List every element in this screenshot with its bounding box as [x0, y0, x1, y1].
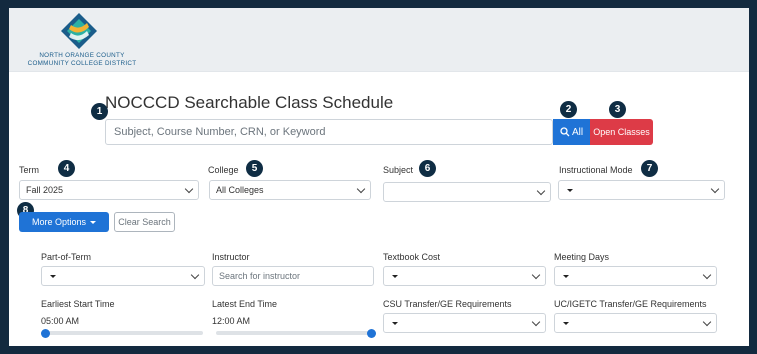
- site-header: NORTH ORANGE COUNTY COMMUNITY COLLEGE DI…: [9, 8, 749, 72]
- instructor-search-input[interactable]: Search for instructor: [212, 266, 374, 286]
- chevron-down-icon: [190, 270, 200, 280]
- search-icon: [560, 127, 570, 137]
- part-of-term-label: Part-of-Term: [41, 252, 92, 262]
- textbook-cost-select[interactable]: [383, 266, 546, 286]
- dropdown-indicator-icon: [563, 322, 569, 326]
- callout-badge-6: 6: [419, 160, 436, 177]
- csu-ge-label: CSU Transfer/GE Requirements: [383, 299, 512, 309]
- chevron-down-icon: [356, 184, 366, 194]
- earliest-start-slider[interactable]: [41, 328, 203, 338]
- earliest-start-slider-thumb[interactable]: [41, 328, 50, 338]
- earliest-start-label: Earliest Start Time: [41, 299, 115, 309]
- instructor-label: Instructor: [212, 252, 250, 262]
- subject-label: Subject: [383, 165, 414, 175]
- term-label: Term: [19, 165, 39, 175]
- chevron-down-icon: [531, 270, 541, 280]
- callout-badge-7: 7: [641, 160, 658, 177]
- college-select-value: All Colleges: [216, 185, 264, 195]
- callout-badge-4: 4: [58, 160, 75, 177]
- keyword-search-input[interactable]: Subject, Course Number, CRN, or Keyword: [105, 119, 553, 145]
- meeting-days-select[interactable]: [554, 266, 717, 286]
- latest-end-slider-thumb[interactable]: [367, 328, 376, 338]
- college-label: College: [208, 165, 239, 175]
- dropdown-indicator-icon: [392, 322, 398, 326]
- textbook-cost-label: Textbook Cost: [383, 252, 441, 262]
- more-options-label: More Options: [31, 217, 87, 227]
- chevron-down-icon: [702, 270, 712, 280]
- chevron-down-icon: [710, 184, 720, 194]
- chevron-down-icon: [536, 186, 546, 196]
- subject-select[interactable]: [383, 182, 551, 202]
- search-all-label: All: [571, 126, 584, 138]
- chevron-down-icon: [702, 317, 712, 327]
- org-name-line2: COMMUNITY COLLEGE DISTRICT: [27, 60, 137, 67]
- latest-end-value: 12:00 AM: [212, 316, 251, 326]
- chevron-down-icon: [184, 184, 194, 194]
- chevron-down-icon: [531, 317, 541, 327]
- latest-end-label: Latest End Time: [212, 299, 278, 309]
- term-select-value: Fall 2025: [26, 185, 64, 195]
- app-frame: NORTH ORANGE COUNTY COMMUNITY COLLEGE DI…: [9, 8, 749, 346]
- search-all-button[interactable]: All: [553, 119, 590, 145]
- part-of-term-select[interactable]: [41, 266, 205, 286]
- more-options-button[interactable]: More Options: [19, 212, 109, 232]
- dropdown-indicator-icon: [563, 275, 569, 279]
- nocccd-logo-icon[interactable]: [59, 11, 99, 51]
- open-classes-button[interactable]: Open Classes: [590, 119, 653, 145]
- uc-igetc-select[interactable]: [554, 313, 717, 333]
- callout-badge-1: 1: [91, 103, 108, 120]
- instructional-mode-select[interactable]: [558, 180, 725, 200]
- dropdown-indicator-icon: [392, 275, 398, 279]
- callout-badge-2: 2: [560, 101, 577, 118]
- dropdown-indicator-icon: [50, 275, 56, 279]
- latest-end-slider[interactable]: [216, 328, 376, 338]
- page-title: NOCCCD Searchable Class Schedule: [105, 93, 394, 112]
- meeting-days-label: Meeting Days: [554, 252, 610, 262]
- org-name: NORTH ORANGE COUNTY COMMUNITY COLLEGE DI…: [22, 52, 142, 68]
- search-panel: NOCCCD Searchable Class Schedule 1 Subje…: [9, 72, 749, 346]
- clear-search-button[interactable]: Clear Search: [114, 212, 175, 232]
- uc-igetc-label: UC/IGETC Transfer/GE Requirements: [554, 299, 707, 309]
- caret-down-icon: [90, 220, 97, 224]
- callout-badge-3: 3: [609, 101, 626, 118]
- term-select[interactable]: Fall 2025: [19, 180, 199, 200]
- instructional-mode-label: Instructional Mode: [559, 165, 633, 175]
- dropdown-indicator-icon: [567, 189, 573, 193]
- college-select[interactable]: All Colleges: [209, 180, 371, 200]
- earliest-start-value: 05:00 AM: [41, 316, 80, 326]
- callout-badge-5: 5: [246, 160, 263, 177]
- csu-ge-select[interactable]: [383, 313, 546, 333]
- org-name-line1: NORTH ORANGE COUNTY: [39, 52, 125, 59]
